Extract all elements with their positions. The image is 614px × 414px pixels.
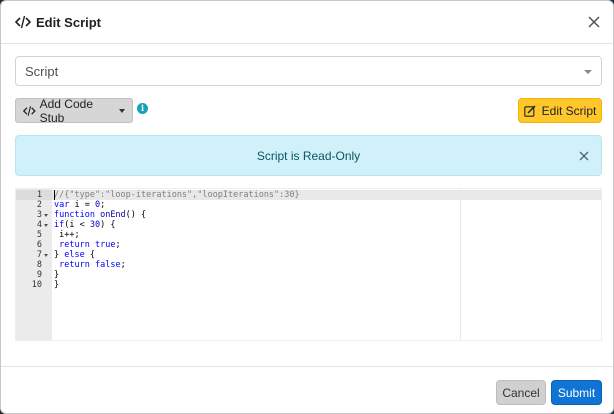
cancel-button[interactable]: Cancel xyxy=(496,380,546,405)
code-text: function onEnd() { xyxy=(54,210,147,220)
code-icon xyxy=(23,105,36,116)
fold-toggle-icon[interactable] xyxy=(44,214,48,217)
read-only-alert: Script is Read-Only xyxy=(15,135,602,176)
submit-button[interactable]: Submit xyxy=(551,380,602,405)
code-text: i++; xyxy=(54,230,80,240)
line-number: 4 xyxy=(36,220,42,230)
code-text: if(i < 30) { xyxy=(54,220,116,230)
close-icon[interactable] xyxy=(587,15,601,29)
edit-icon xyxy=(523,104,536,117)
edit-script-button[interactable]: Edit Script xyxy=(518,98,602,123)
info-icon[interactable]: i xyxy=(137,103,148,114)
code-icon xyxy=(15,15,31,29)
fold-toggle-icon[interactable] xyxy=(44,224,48,227)
line-number: 7 xyxy=(36,250,42,260)
edit-script-label: Edit Script xyxy=(541,103,597,118)
modal-header: Edit Script xyxy=(1,1,613,44)
line-number: 6 xyxy=(36,240,42,250)
line-number: 1 xyxy=(36,190,42,200)
print-margin xyxy=(460,189,461,340)
alert-message: Script is Read-Only xyxy=(256,148,361,163)
edit-script-modal: Edit Script Script Add Code Stub i Edit … xyxy=(0,0,614,414)
line-number: 9 xyxy=(36,270,42,280)
line-number: 3 xyxy=(36,210,42,220)
text-cursor xyxy=(54,190,55,200)
code-text: } xyxy=(54,280,60,290)
fold-toggle-icon[interactable] xyxy=(44,254,48,257)
close-icon[interactable] xyxy=(579,151,589,161)
line-number: 8 xyxy=(36,260,42,270)
script-select[interactable]: Script xyxy=(15,56,602,86)
add-code-stub-button[interactable]: Add Code Stub xyxy=(15,96,133,125)
line-number: 5 xyxy=(36,230,42,240)
line-number: 10 xyxy=(31,280,42,290)
add-code-stub-label: Add Code Stub xyxy=(39,96,93,125)
code-text: var i = 0; xyxy=(54,200,106,210)
script-select-value: Script xyxy=(25,63,59,79)
line-number: 2 xyxy=(36,200,42,210)
code-text: } else { xyxy=(54,250,95,260)
code-editor[interactable]: 1 //{"type":"loop-iterations","loopIterat… xyxy=(15,188,602,341)
code-text: //{"type":"loop-iterations","loopIterati… xyxy=(54,190,300,200)
modal-title: Edit Script xyxy=(36,14,102,30)
code-text: return true; xyxy=(59,240,121,250)
modal-footer: Cancel Submit xyxy=(1,366,613,413)
chevron-down-icon xyxy=(584,70,592,74)
chevron-down-icon xyxy=(119,108,125,113)
code-text: } xyxy=(54,270,60,280)
code-text: return false; xyxy=(59,260,126,270)
